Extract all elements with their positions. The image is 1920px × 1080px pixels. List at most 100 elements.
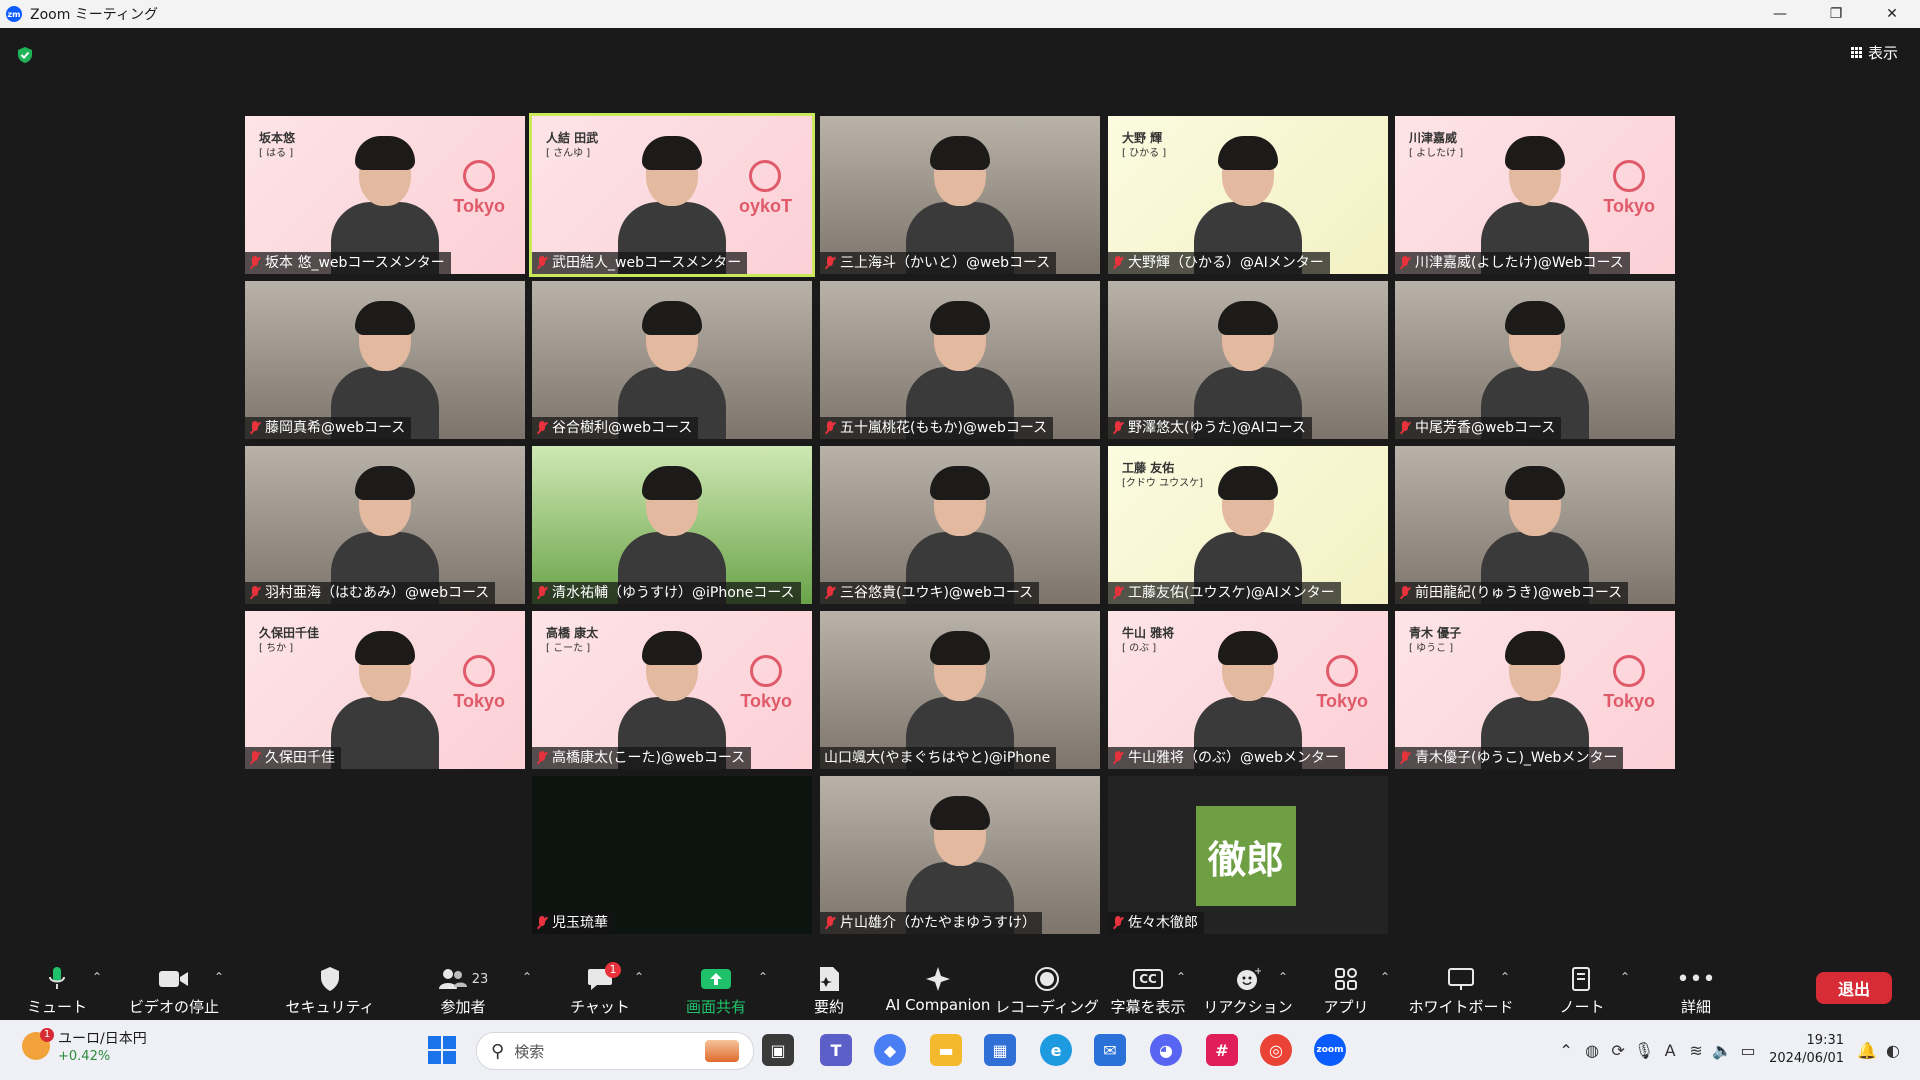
- encryption-shield-icon[interactable]: [16, 46, 34, 64]
- taskbar-search[interactable]: ⚲ 検索: [476, 1032, 754, 1070]
- mic-tray-icon[interactable]: 🎙: [1631, 1041, 1657, 1060]
- notes-button[interactable]: ノート: [1560, 960, 1605, 1020]
- minimize-button[interactable]: —: [1752, 0, 1808, 28]
- mic-muted-icon: [1399, 421, 1411, 435]
- participant-name-label: 片山雄介（かたやまゆうすけ）: [820, 912, 1042, 934]
- task-view-icon[interactable]: ▣: [762, 1034, 794, 1066]
- participant-tile[interactable]: 青木 優子[ ゆうこ ] Tokyo 青木優子(ゆうこ)_Webメンター: [1395, 611, 1675, 769]
- participant-name: 高橋康太(こーた)@webコース: [552, 750, 746, 766]
- mute-options-caret-icon[interactable]: ⌃: [92, 970, 102, 984]
- zoom-taskbar-icon[interactable]: zoom: [1314, 1034, 1346, 1066]
- security-button[interactable]: セキュリティ: [285, 960, 375, 1020]
- emoji-plus-icon: +: [1235, 964, 1261, 994]
- participant-name-label: 藤岡真希@webコース: [245, 417, 412, 439]
- tray-app-icon[interactable]: ◍: [1579, 1041, 1605, 1060]
- share-options-caret-icon[interactable]: ⌃: [758, 970, 768, 984]
- participant-tile[interactable]: 野澤悠太(ゆうた)@AIコース: [1108, 281, 1388, 439]
- restore-button[interactable]: ❐: [1808, 0, 1864, 28]
- participant-tile[interactable]: 牛山 雅将[ のぶ ] Tokyo 牛山雅将（のぶ）@webメンター: [1108, 611, 1388, 769]
- start-button[interactable]: [428, 1036, 456, 1064]
- captions-button[interactable]: CC 字幕を表示: [1110, 960, 1186, 1020]
- participant-name: 青木優子(ゆうこ)_Webメンター: [1415, 750, 1618, 766]
- teams-icon[interactable]: T: [820, 1034, 852, 1066]
- virtual-background-brand: oykoT: [739, 160, 792, 217]
- volume-icon[interactable]: 🔈: [1709, 1041, 1735, 1060]
- participant-tile[interactable]: 前田龍紀(りゅうき)@webコース: [1395, 446, 1675, 604]
- participant-tile[interactable]: 坂本悠[ はる ] Tokyo 坂本 悠_webコースメンター: [245, 116, 525, 274]
- share-screen-button[interactable]: 画面共有: [682, 960, 750, 1020]
- clock[interactable]: 19:31 2024/06/01: [1769, 1032, 1844, 1068]
- participant-tile[interactable]: 片山雄介（かたやまゆうすけ）: [820, 776, 1100, 934]
- record-button[interactable]: レコーディング: [995, 960, 1099, 1020]
- widgets-button[interactable]: 1 ユーロ/日本円 +0.42%: [22, 1028, 147, 1064]
- sync-icon[interactable]: ⟳: [1605, 1041, 1631, 1060]
- video-options-caret-icon[interactable]: ⌃: [214, 970, 224, 984]
- captions-options-caret-icon[interactable]: ⌃: [1176, 970, 1186, 984]
- reactions-options-caret-icon[interactable]: ⌃: [1278, 970, 1288, 984]
- stop-video-button[interactable]: ビデオの停止: [128, 960, 220, 1020]
- copilot-pre-icon[interactable]: ◐: [1880, 1041, 1906, 1060]
- slack-icon[interactable]: #: [1206, 1034, 1238, 1066]
- mic-muted-icon: [1399, 256, 1411, 270]
- participant-name: 坂本 悠_webコースメンター: [265, 255, 445, 271]
- participant-tile[interactable]: 高橋 康太[ こーた ] Tokyo 高橋康太(こーた)@webコース: [532, 611, 812, 769]
- mic-muted-icon: [1399, 586, 1411, 600]
- mic-muted-icon: [249, 586, 261, 600]
- title-bar: zm Zoom ミーティング — ❐ ✕: [0, 0, 1920, 28]
- tray-overflow-chevron-icon[interactable]: ⌃: [1553, 1041, 1579, 1060]
- participant-tile[interactable]: 川津嘉威[ よしたけ ] Tokyo 川津嘉威(よしたけ)@Webコース: [1395, 116, 1675, 274]
- whiteboard-button[interactable]: ホワイトボード: [1409, 960, 1514, 1020]
- leave-button[interactable]: 退出: [1816, 972, 1892, 1004]
- participants-options-caret-icon[interactable]: ⌃: [522, 970, 532, 984]
- file-explorer-icon[interactable]: ▬: [930, 1034, 962, 1066]
- view-button[interactable]: 表示: [1850, 42, 1898, 63]
- notification-bell-icon[interactable]: 🔔: [1854, 1041, 1880, 1060]
- participant-name-label: 青木優子(ゆうこ)_Webメンター: [1395, 747, 1624, 769]
- participant-tile[interactable]: 清水祐輔（ゆうすけ）@iPhoneコース: [532, 446, 812, 604]
- participant-tile[interactable]: 三上海斗（かいと）@webコース: [820, 116, 1100, 274]
- participants-button[interactable]: 23 参加者: [432, 960, 494, 1020]
- chrome-icon[interactable]: ◎: [1260, 1034, 1292, 1066]
- chat-button[interactable]: 1 チャット: [570, 960, 630, 1020]
- store-icon[interactable]: ▦: [984, 1034, 1016, 1066]
- close-button[interactable]: ✕: [1864, 0, 1920, 28]
- ai-companion-button[interactable]: AI Companion: [886, 960, 990, 1020]
- participant-tile[interactable]: 久保田千佳[ ちか ] Tokyo 久保田千佳: [245, 611, 525, 769]
- discord-icon[interactable]: ◕: [1150, 1034, 1182, 1066]
- input-method-icon[interactable]: A: [1657, 1041, 1683, 1060]
- mail-icon[interactable]: ✉: [1094, 1034, 1126, 1066]
- participant-tile[interactable]: 児玉琉華: [532, 776, 812, 934]
- virtual-background-name: 坂本悠[ はる ]: [259, 131, 296, 159]
- wifi-icon[interactable]: ≋: [1683, 1041, 1709, 1060]
- apps-options-caret-icon[interactable]: ⌃: [1380, 970, 1390, 984]
- participants-count: 23: [471, 971, 489, 987]
- battery-icon[interactable]: ▭: [1735, 1041, 1761, 1060]
- summary-document-icon: [818, 964, 840, 994]
- apps-button[interactable]: アプリ: [1324, 960, 1369, 1020]
- participant-tile[interactable]: 大野 輝[ ひかる ] 大野輝（ひかる）@AIメンター: [1108, 116, 1388, 274]
- whiteboard-options-caret-icon[interactable]: ⌃: [1500, 970, 1510, 984]
- participant-name: 児玉琉華: [552, 915, 608, 931]
- participant-tile[interactable]: 藤岡真希@webコース: [245, 281, 525, 439]
- more-button[interactable]: ••• 詳細: [1676, 960, 1716, 1020]
- participant-tile[interactable]: 中尾芳香@webコース: [1395, 281, 1675, 439]
- copilot-icon[interactable]: ◆: [874, 1034, 906, 1066]
- edge-icon[interactable]: e: [1040, 1034, 1072, 1066]
- participant-tile[interactable]: 山口颯大(やまぐちはやと)@iPhone: [820, 611, 1100, 769]
- participant-name-label: 羽村亜海（はむあみ）@webコース: [245, 582, 496, 604]
- mute-button[interactable]: ミュート: [26, 960, 88, 1020]
- reactions-button[interactable]: + リアクション: [1203, 960, 1292, 1020]
- participant-tile[interactable]: 谷合樹利@webコース: [532, 281, 812, 439]
- apps-icon: [1334, 964, 1358, 994]
- participant-tile[interactable]: 羽村亜海（はむあみ）@webコース: [245, 446, 525, 604]
- summary-button[interactable]: 要約: [804, 960, 854, 1020]
- participant-tile[interactable]: 工藤 友佑 [クドウ ユウスケ] 工藤友佑(ユウスケ)@AIメンター: [1108, 446, 1388, 604]
- widget-value: +0.42%: [58, 1049, 111, 1064]
- mic-muted-icon: [1112, 751, 1124, 765]
- participant-tile[interactable]: 三谷悠貴(ユウキ)@webコース: [820, 446, 1100, 604]
- participant-tile[interactable]: 徹郎 佐々木徹郎: [1108, 776, 1388, 934]
- notes-options-caret-icon[interactable]: ⌃: [1620, 970, 1630, 984]
- participant-tile[interactable]: 人結 田武[ さんゆ ] oykoT 武田結人_webコースメンター: [532, 116, 812, 274]
- participant-tile[interactable]: 五十嵐桃花(ももか)@webコース: [820, 281, 1100, 439]
- chat-options-caret-icon[interactable]: ⌃: [634, 970, 644, 984]
